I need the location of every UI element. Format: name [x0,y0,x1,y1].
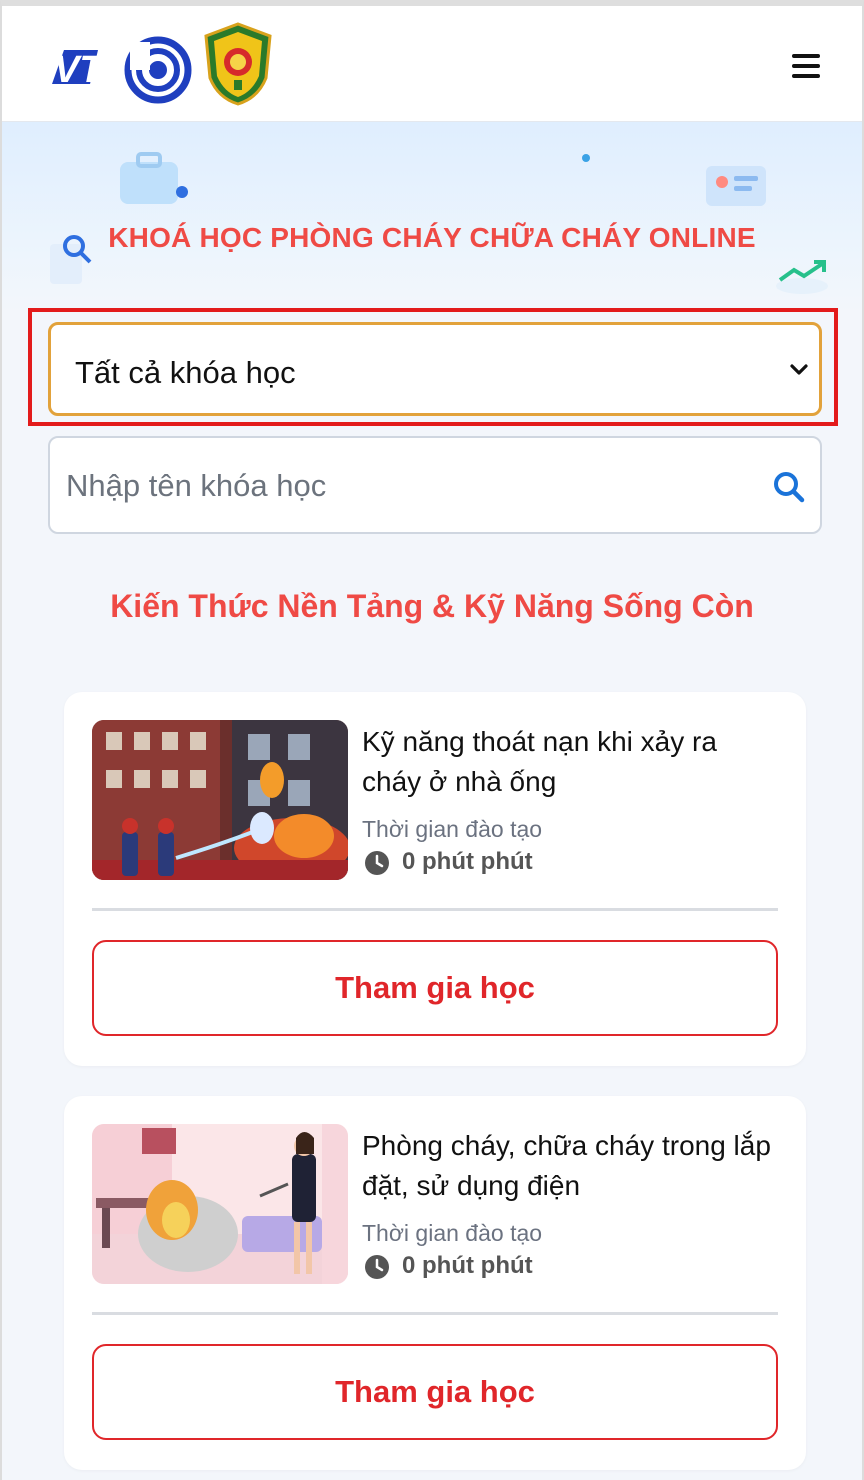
duration-label: Thời gian đào tạo [362,816,543,842]
id-card-icon [706,166,766,206]
trend-up-icon [776,260,828,294]
top-navbar: VT [2,6,862,122]
card-divider [92,1312,778,1315]
fire-police-emblem [204,22,272,106]
course-card: Phòng cháy, chữa cháy trong lắp đặt, sử … [64,1096,806,1470]
briefcase-icon [120,152,188,204]
hero-banner: KHOÁ HỌC PHÒNG CHÁY CHỮA CHÁY ONLINE [2,122,862,312]
search-input[interactable] [66,462,756,510]
clock-icon [365,1255,389,1279]
section-title: Kiến Thức Nền Tảng & Kỹ Năng Sống Còn [110,588,754,624]
join-course-button[interactable]: Tham gia học [92,940,778,1036]
course-title[interactable]: Kỹ năng thoát nạn khi xảy ra cháy ở nhà … [362,722,782,802]
card-divider [92,908,778,911]
course-thumbnail-image[interactable] [92,1124,348,1284]
search-box [48,436,822,534]
course-title[interactable]: Phòng cháy, chữa cháy trong lắp đặt, sử … [362,1126,782,1206]
svg-text:VT: VT [54,49,105,91]
dot-decoration-icon [582,154,590,162]
hero-title: KHOÁ HỌC PHÒNG CHÁY CHỮA CHÁY ONLINE [108,222,756,253]
join-course-button[interactable]: Tham gia học [92,1344,778,1440]
search-icon[interactable] [772,470,806,504]
select-value: Tất cả khóa học [75,355,296,390]
hamburger-menu-icon[interactable] [788,52,824,82]
course-card: Kỹ năng thoát nạn khi xảy ra cháy ở nhà … [64,692,806,1066]
chevron-down-icon [790,364,808,375]
duration-value: 0 phút phút [402,1252,533,1279]
clock-icon [365,851,389,875]
course-thumbnail-image[interactable] [92,720,348,880]
vtc-logo[interactable]: VT [46,22,192,112]
duration-value: 0 phút phút [402,848,533,875]
app-frame: VT KHOÁ HỌC PHÒNG CHÁY CHỮA CHÁY ONLINE … [0,0,864,1480]
course-category-select[interactable]: Tất cả khóa học [48,322,822,416]
duration-label: Thời gian đào tạo [362,1220,543,1246]
